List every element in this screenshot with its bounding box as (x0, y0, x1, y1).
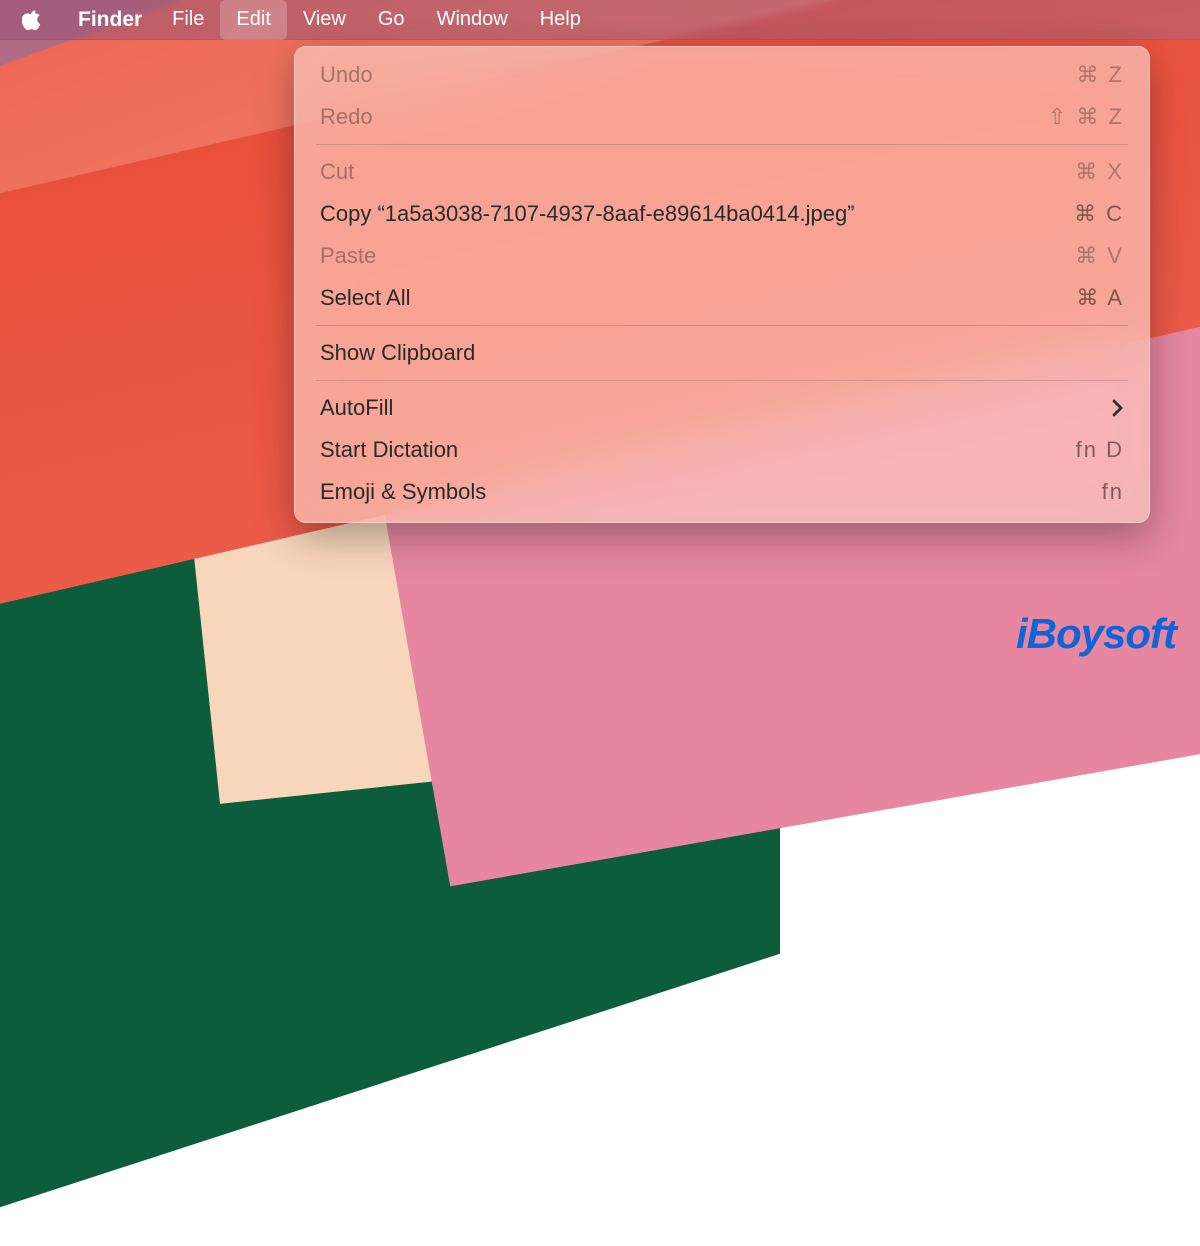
menu-edit[interactable]: Edit (220, 0, 286, 40)
edit-menu-dropdown: Undo ⌘ Z Redo ⇧ ⌘ Z Cut ⌘ X Copy “1a5a30… (294, 46, 1150, 523)
menu-item-label: Copy “1a5a3038-7107-4937-8aaf-e89614ba04… (320, 201, 875, 227)
menu-item-start-dictation[interactable]: Start Dictation fn D (294, 429, 1150, 471)
menu-bar: Finder File Edit View Go Window Help (0, 0, 1200, 40)
menu-item-copy[interactable]: Copy “1a5a3038-7107-4937-8aaf-e89614ba04… (294, 193, 1150, 235)
menu-separator (316, 380, 1128, 381)
menu-item-label: Emoji & Symbols (320, 479, 506, 505)
menu-item-show-clipboard[interactable]: Show Clipboard (294, 332, 1150, 374)
menu-item-redo: Redo ⇧ ⌘ Z (294, 96, 1150, 138)
menu-item-label: AutoFill (320, 395, 413, 421)
menu-help[interactable]: Help (524, 0, 597, 40)
menu-item-shortcut: ⇧ ⌘ Z (1048, 104, 1124, 130)
menu-item-shortcut: ⌘ A (1076, 285, 1124, 311)
menu-item-emoji-symbols[interactable]: Emoji & Symbols fn (294, 471, 1150, 513)
menu-item-label: Start Dictation (320, 437, 478, 463)
chevron-right-icon (1112, 399, 1124, 417)
menu-item-cut: Cut ⌘ X (294, 151, 1150, 193)
menu-item-shortcut: ⌘ X (1075, 159, 1124, 185)
menu-item-shortcut: fn (1102, 479, 1124, 505)
menu-item-select-all[interactable]: Select All ⌘ A (294, 277, 1150, 319)
menu-item-paste: Paste ⌘ V (294, 235, 1150, 277)
menu-item-shortcut: ⌘ C (1074, 201, 1124, 227)
menu-item-label: Paste (320, 243, 396, 269)
menu-item-shortcut: fn D (1076, 437, 1124, 463)
menu-item-autofill[interactable]: AutoFill (294, 387, 1150, 429)
menu-separator (316, 325, 1128, 326)
menu-item-label: Cut (320, 159, 374, 185)
menu-item-shortcut: ⌘ V (1075, 243, 1124, 269)
watermark-logo: iBoysoft (1016, 610, 1176, 658)
menu-item-undo: Undo ⌘ Z (294, 54, 1150, 96)
menu-item-label: Redo (320, 104, 393, 130)
menu-window[interactable]: Window (421, 0, 524, 40)
menu-go[interactable]: Go (362, 0, 421, 40)
menu-file[interactable]: File (156, 0, 220, 40)
menu-item-label: Select All (320, 285, 431, 311)
menu-item-label: Show Clipboard (320, 340, 495, 366)
menu-item-label: Undo (320, 62, 393, 88)
menu-separator (316, 144, 1128, 145)
app-name[interactable]: Finder (64, 8, 156, 32)
apple-menu-icon[interactable] (22, 9, 42, 31)
menu-item-shortcut: ⌘ Z (1076, 62, 1124, 88)
menu-view[interactable]: View (287, 0, 362, 40)
